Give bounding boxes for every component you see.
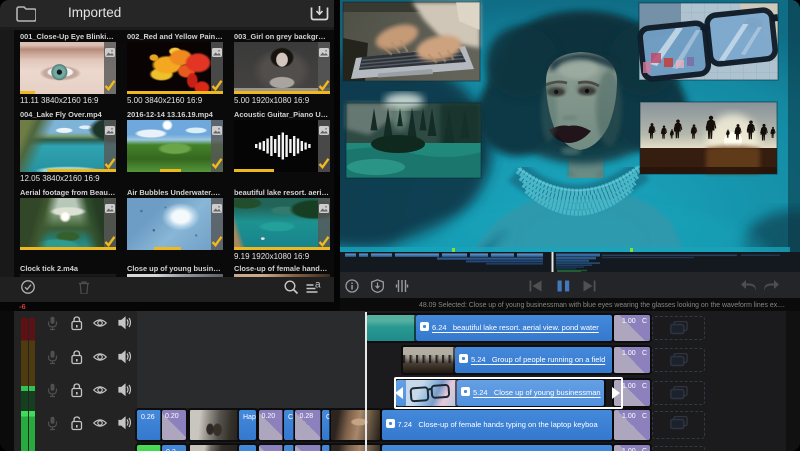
- svg-text:a: a: [315, 280, 321, 291]
